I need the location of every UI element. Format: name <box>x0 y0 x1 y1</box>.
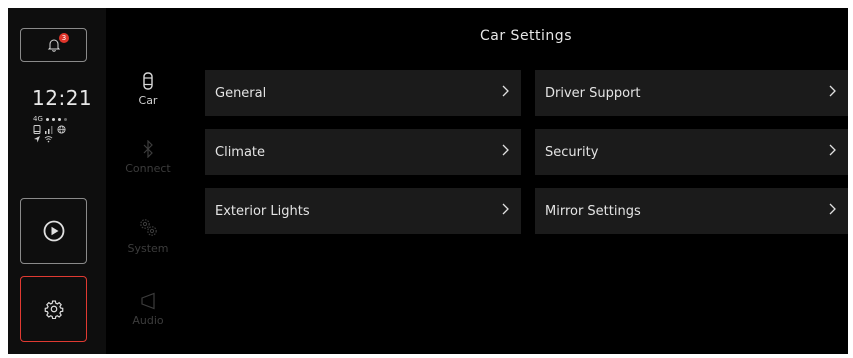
car-screen: 3 12:21 4G Car Connect System Audio Car … <box>8 8 848 354</box>
setting-label: General <box>215 85 267 101</box>
signal-dot <box>57 117 61 121</box>
signal-dot <box>45 117 49 121</box>
chevron-right-icon <box>829 85 836 97</box>
setting-label: Mirror Settings <box>545 203 641 219</box>
phone-icon <box>33 124 41 134</box>
car-icon <box>143 72 153 90</box>
category-connect[interactable]: Connect <box>110 140 186 175</box>
category-audio[interactable]: Audio <box>110 292 186 327</box>
setting-label: Driver Support <box>545 85 641 101</box>
setting-climate[interactable]: Climate <box>205 129 521 175</box>
chevron-right-icon <box>502 203 509 215</box>
globe-icon <box>57 124 66 134</box>
network-type: 4G <box>33 115 43 123</box>
setting-mirror-settings[interactable]: Mirror Settings <box>535 188 848 234</box>
gear-icon <box>44 300 63 319</box>
category-label: System <box>127 242 169 255</box>
play-circle-icon <box>43 220 64 242</box>
bluetooth-icon <box>143 140 153 158</box>
setting-label: Climate <box>215 144 266 160</box>
category-label: Car <box>138 94 158 107</box>
category-system[interactable]: System <box>110 216 186 255</box>
signal-dot <box>51 117 55 121</box>
chevron-right-icon <box>829 203 836 215</box>
setting-driver-support[interactable]: Driver Support <box>535 70 848 116</box>
location-arrow-icon <box>34 136 40 143</box>
setting-exterior-lights[interactable]: Exterior Lights <box>205 188 521 234</box>
setting-label: Security <box>545 144 599 160</box>
signal-dot <box>63 117 67 121</box>
notifications-button[interactable]: 3 <box>20 28 87 62</box>
chevron-right-icon <box>502 144 509 156</box>
chevron-right-icon <box>502 85 509 97</box>
setting-label: Exterior Lights <box>215 203 310 219</box>
page-title: Car Settings <box>480 28 572 44</box>
category-car[interactable]: Car <box>110 72 186 107</box>
chevron-right-icon <box>829 144 836 156</box>
settings-app-button[interactable] <box>20 276 87 342</box>
media-play-button[interactable] <box>20 198 87 264</box>
gears-icon <box>140 219 157 236</box>
category-label: Audio <box>132 314 164 327</box>
left-rail: 3 12:21 4G <box>8 8 106 354</box>
bell-icon <box>47 39 60 52</box>
category-label: Connect <box>125 162 171 175</box>
notification-badge: 3 <box>59 33 69 43</box>
status-indicators: 4G <box>33 114 67 144</box>
speaker-icon <box>141 292 155 310</box>
cell-signal-icon <box>45 125 53 134</box>
clock: 12:21 <box>32 86 93 110</box>
setting-security[interactable]: Security <box>535 129 848 175</box>
setting-general[interactable]: General <box>205 70 521 116</box>
wifi-icon <box>44 136 53 143</box>
